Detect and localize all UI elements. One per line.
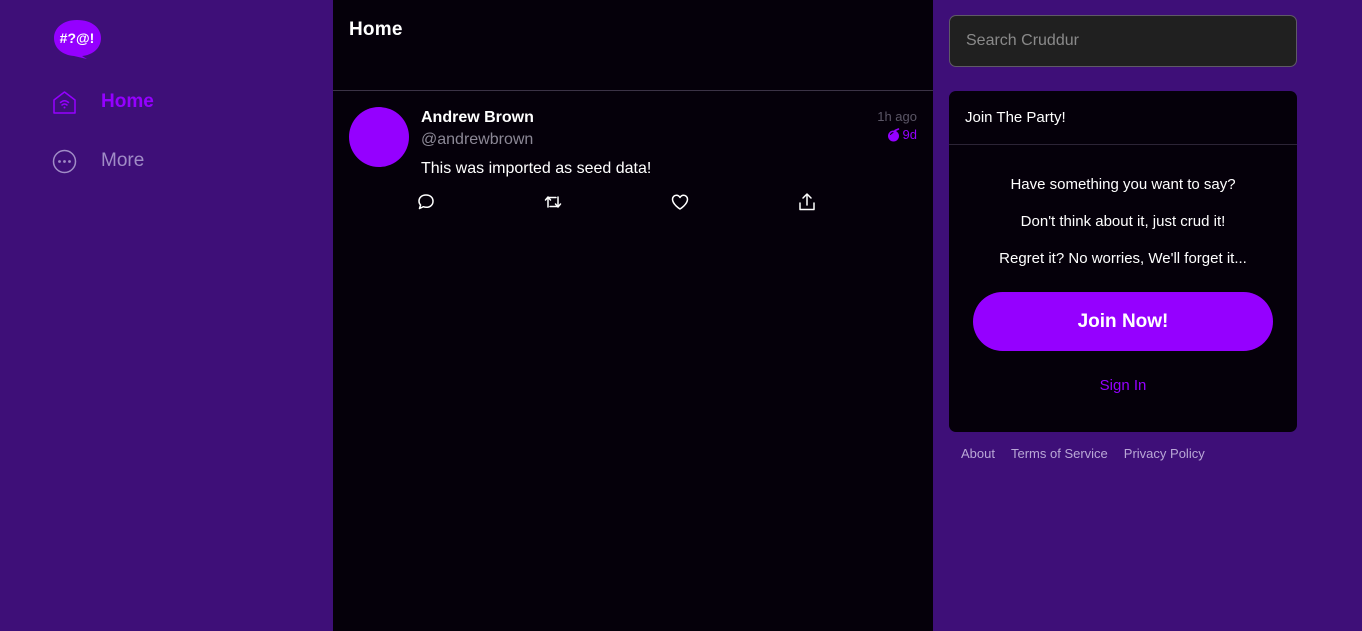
activity-message: This was imported as seed data! (421, 160, 652, 177)
activity-actions (333, 192, 933, 214)
repost-button[interactable] (543, 192, 565, 214)
created-time: 1h ago (877, 109, 917, 124)
about-link[interactable]: About (961, 446, 995, 461)
sidebar: #?@! Home More (0, 0, 333, 631)
user-handle[interactable]: @andrewbrown (421, 131, 533, 149)
join-title: Join The Party! (949, 91, 1297, 145)
share-button[interactable] (797, 192, 819, 214)
join-text-line: Regret it? No worries, We'll forget it..… (999, 250, 1247, 267)
main-feed: Home Andrew Brown @andrewbrown 1h ago 9d… (333, 0, 933, 631)
logo-text: #?@! (60, 30, 95, 46)
reply-button[interactable] (416, 192, 438, 214)
join-section: Join The Party! Have something you want … (949, 91, 1297, 432)
sidebar-item-more[interactable]: More (52, 146, 144, 176)
cruddur-logo[interactable]: #?@! (52, 18, 102, 60)
feed-header: Home (333, 0, 933, 91)
expires-time: 9d (902, 127, 917, 142)
logo-icon: #?@! (54, 20, 101, 59)
reply-icon (418, 194, 434, 210)
search-input[interactable] (949, 15, 1297, 67)
sign-in-link[interactable]: Sign In (949, 377, 1297, 394)
privacy-policy-link[interactable]: Privacy Policy (1124, 446, 1205, 461)
activity-item[interactable]: Andrew Brown @andrewbrown 1h ago 9d This… (333, 91, 933, 231)
repost-icon (544, 196, 562, 208)
expires-badge: 9d (886, 127, 917, 142)
bomb-icon (887, 127, 899, 141)
share-icon (799, 193, 815, 211)
avatar[interactable] (349, 107, 409, 167)
terms-of-service-link[interactable]: Terms of Service (1011, 446, 1108, 461)
join-text-line: Have something you want to say? (1010, 176, 1236, 193)
more-icon (52, 149, 77, 173)
sidebar-item-label: More (101, 150, 145, 171)
join-now-button[interactable]: Join Now! (973, 292, 1273, 351)
footer-links: About Terms of Service Privacy Policy (961, 446, 1205, 461)
sidebar-item-label: Home (101, 91, 154, 112)
like-button[interactable] (670, 192, 692, 214)
join-text-line: Don't think about it, just crud it! (1020, 213, 1226, 230)
page-title: Home (349, 19, 403, 40)
heart-icon (671, 194, 689, 210)
home-icon (53, 90, 76, 114)
sidebar-item-home[interactable]: Home (52, 87, 154, 117)
display-name[interactable]: Andrew Brown (421, 109, 534, 127)
